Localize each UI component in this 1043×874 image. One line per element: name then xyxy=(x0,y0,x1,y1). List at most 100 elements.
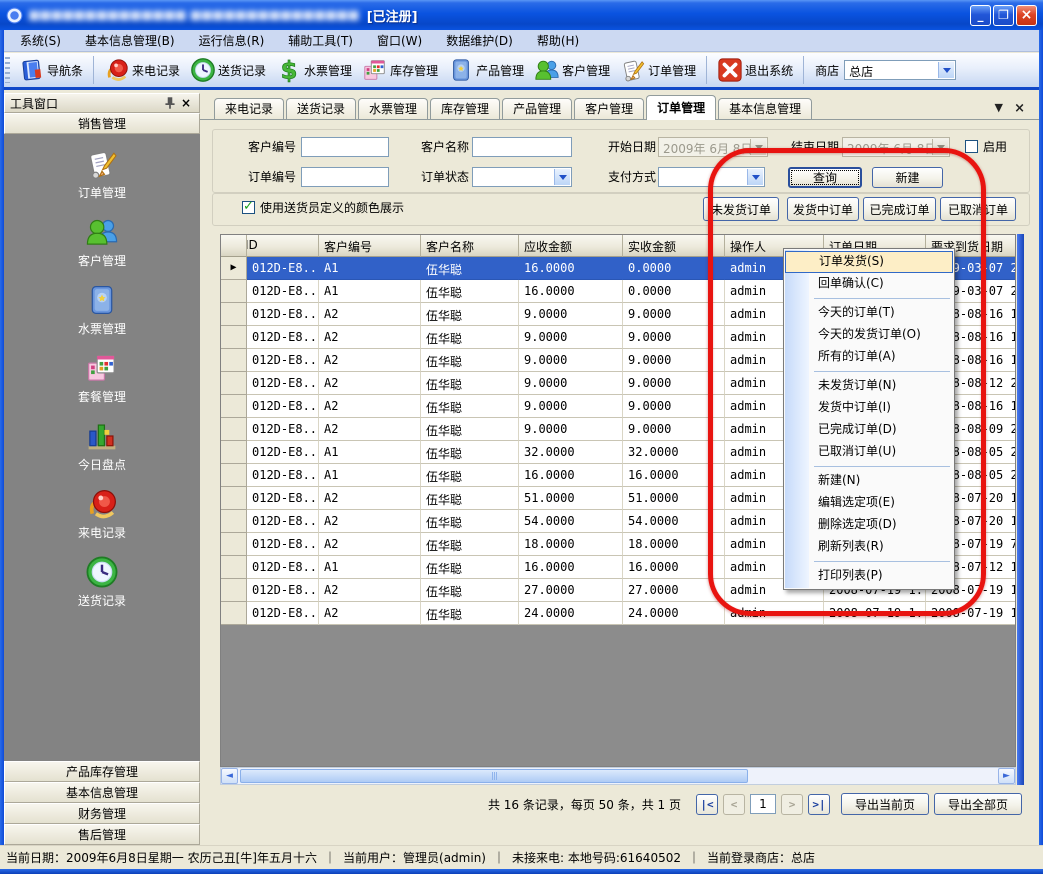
column-header-0[interactable] xyxy=(221,235,247,257)
new-button[interactable]: 新建 xyxy=(872,167,943,188)
tab-6[interactable]: 订单管理 xyxy=(646,95,716,120)
context-menu-item-9[interactable]: 已完成订单(D) xyxy=(785,419,953,441)
tab-4[interactable]: 产品管理 xyxy=(502,98,572,119)
order-no-input[interactable] xyxy=(301,167,389,187)
context-menu-item-1[interactable]: 回单确认(C) xyxy=(785,273,953,295)
sidebar-section-0[interactable]: 产品库存管理 xyxy=(4,761,200,782)
column-header-1[interactable]: ID xyxy=(247,235,319,257)
export-current-page-button[interactable]: 导出当前页 xyxy=(841,793,929,815)
menu-item-5[interactable]: 数据维护(D) xyxy=(434,30,525,51)
context-menu-item-10[interactable]: 已取消订单(U) xyxy=(785,441,953,463)
column-header-3[interactable]: 客户名称 xyxy=(421,235,519,257)
context-menu-item-14[interactable]: 删除选定项(D) xyxy=(785,514,953,536)
table-cell: 9.0000 xyxy=(623,326,725,349)
status-button-cancelled[interactable]: 已取消订单 xyxy=(940,197,1016,221)
tab-list-chevron-down-icon[interactable]: ▼ xyxy=(995,101,1003,114)
sidebar-item-2[interactable]: 水票管理 xyxy=(78,283,126,337)
sidebar-item-0[interactable]: 订单管理 xyxy=(78,147,126,201)
scrollbar-thumb[interactable] xyxy=(240,769,748,783)
customer-name-input[interactable] xyxy=(472,137,572,157)
toolbar-button-2[interactable]: 送货记录 xyxy=(185,55,271,85)
maximize-button[interactable]: ❐ xyxy=(993,5,1014,26)
sidebar-item-3[interactable]: 套餐管理 xyxy=(78,351,126,405)
horizontal-scrollbar[interactable]: ◄ ► xyxy=(220,767,1016,785)
pin-icon[interactable] xyxy=(162,95,178,111)
enable-checkbox[interactable] xyxy=(965,140,978,153)
toolbar-button-3[interactable]: $水票管理 xyxy=(271,55,357,85)
first-page-button[interactable]: |< xyxy=(696,794,718,815)
status-button-completed[interactable]: 已完成订单 xyxy=(863,197,936,221)
next-page-button[interactable]: > xyxy=(781,794,803,815)
menu-item-0[interactable]: 系统(S) xyxy=(8,30,73,51)
context-menu-item-0[interactable]: 订单发货(S) xyxy=(785,251,953,273)
query-button[interactable]: 查询 xyxy=(788,167,862,188)
sidebar-section-3[interactable]: 售后管理 xyxy=(4,824,200,845)
context-menu-item-3[interactable]: 今天的订单(T) xyxy=(785,302,953,324)
prev-page-button[interactable]: < xyxy=(723,794,745,815)
tab-5[interactable]: 客户管理 xyxy=(574,98,644,119)
context-menu-item-8[interactable]: 发货中订单(I) xyxy=(785,397,953,419)
sidebar-item-6[interactable]: 送货记录 xyxy=(78,555,126,609)
sidebar-item-4[interactable]: 今日盘点 xyxy=(78,419,126,473)
toolbar-button-7[interactable]: 订单管理 xyxy=(615,55,701,85)
toolbar-button-0[interactable]: 导航条 xyxy=(14,55,88,85)
sidebar-section-1[interactable]: 基本信息管理 xyxy=(4,782,200,803)
tab-3[interactable]: 库存管理 xyxy=(430,98,500,119)
toolbar-button-6[interactable]: 客户管理 xyxy=(529,55,615,85)
minimize-button[interactable]: _ xyxy=(970,5,991,26)
toolbar-button-5[interactable]: 产品管理 xyxy=(443,55,529,85)
table-row[interactable]: 012D-E8...A2伍华聪24.000024.0000admin2008-0… xyxy=(221,602,1015,625)
menu-item-6[interactable]: 帮助(H) xyxy=(525,30,591,51)
context-menu-item-15[interactable]: 刷新列表(R) xyxy=(785,536,953,558)
scroll-left-icon[interactable]: ◄ xyxy=(221,768,238,784)
close-button[interactable]: × xyxy=(1016,5,1037,26)
last-page-button[interactable]: >| xyxy=(808,794,830,815)
sidebar-section-2[interactable]: 财务管理 xyxy=(4,803,200,824)
end-date-picker[interactable]: 2009年 6月 8日 xyxy=(842,137,950,157)
menu-item-4[interactable]: 窗口(W) xyxy=(365,30,434,51)
start-date-value: 2009年 6月 8日 xyxy=(663,140,752,157)
menu-item-3[interactable]: 辅助工具(T) xyxy=(276,30,365,51)
export-all-pages-button[interactable]: 导出全部页 xyxy=(934,793,1022,815)
sidebar-section-sales[interactable]: 销售管理 xyxy=(4,113,200,134)
context-menu-item-7[interactable]: 未发货订单(N) xyxy=(785,375,953,397)
context-menu-item-4[interactable]: 今天的发货订单(O) xyxy=(785,324,953,346)
context-menu-item-17[interactable]: 打印列表(P) xyxy=(785,565,953,587)
row-indicator: ▶ xyxy=(221,257,247,280)
toolbar-button-8[interactable]: 退出系统 xyxy=(712,55,798,85)
tab-0[interactable]: 来电记录 xyxy=(214,98,284,119)
row-indicator xyxy=(221,556,247,579)
scroll-right-icon[interactable]: ► xyxy=(998,768,1015,784)
column-header-2[interactable]: 客户编号 xyxy=(319,235,421,257)
table-cell: A2 xyxy=(319,510,421,533)
color-display-checkbox[interactable] xyxy=(242,201,255,214)
application-window: ■■■■■■■■■■■■■■ ■■■■■■■■■■■■■■■ [已注册] _ ❐… xyxy=(0,0,1043,874)
pay-method-select[interactable] xyxy=(658,167,765,187)
menu-item-2[interactable]: 运行信息(R) xyxy=(187,30,277,51)
context-menu-item-5[interactable]: 所有的订单(A) xyxy=(785,346,953,368)
sidebar-item-5[interactable]: 来电记录 xyxy=(78,487,126,541)
start-date-picker[interactable]: 2009年 6月 8日 xyxy=(658,137,768,157)
sidebar-item-1[interactable]: 客户管理 xyxy=(78,215,126,269)
tab-7[interactable]: 基本信息管理 xyxy=(718,98,812,119)
status-button-shipping[interactable]: 发货中订单 xyxy=(787,197,859,221)
column-header-4[interactable]: 应收金额 xyxy=(519,235,623,257)
main-content: 来电记录送货记录水票管理库存管理产品管理客户管理订单管理基本信息管理 ▼ × 客… xyxy=(200,93,1039,845)
context-menu-item-12[interactable]: 新建(N) xyxy=(785,470,953,492)
title-bar: ■■■■■■■■■■■■■■ ■■■■■■■■■■■■■■■ [已注册] _ ❐… xyxy=(0,0,1043,30)
menu-item-1[interactable]: 基本信息管理(B) xyxy=(73,30,187,51)
context-menu-item-13[interactable]: 编辑选定项(E) xyxy=(785,492,953,514)
toolbar-button-1[interactable]: 来电记录 xyxy=(99,55,185,85)
sidebar-item-label: 送货记录 xyxy=(78,592,126,609)
tab-close-icon[interactable]: × xyxy=(1014,101,1025,116)
page-number-input[interactable]: 1 xyxy=(750,794,776,814)
toolbar-button-4[interactable]: 库存管理 xyxy=(357,55,443,85)
column-header-5[interactable]: 实收金额 xyxy=(623,235,725,257)
tab-2[interactable]: 水票管理 xyxy=(358,98,428,119)
status-button-unshipped[interactable]: 未发货订单 xyxy=(703,197,779,221)
customer-no-input[interactable] xyxy=(301,137,389,157)
order-status-select[interactable] xyxy=(472,167,572,187)
tab-1[interactable]: 送货记录 xyxy=(286,98,356,119)
sidebar-close-icon[interactable]: × xyxy=(178,96,194,110)
shop-select[interactable]: 总店 xyxy=(844,60,956,80)
